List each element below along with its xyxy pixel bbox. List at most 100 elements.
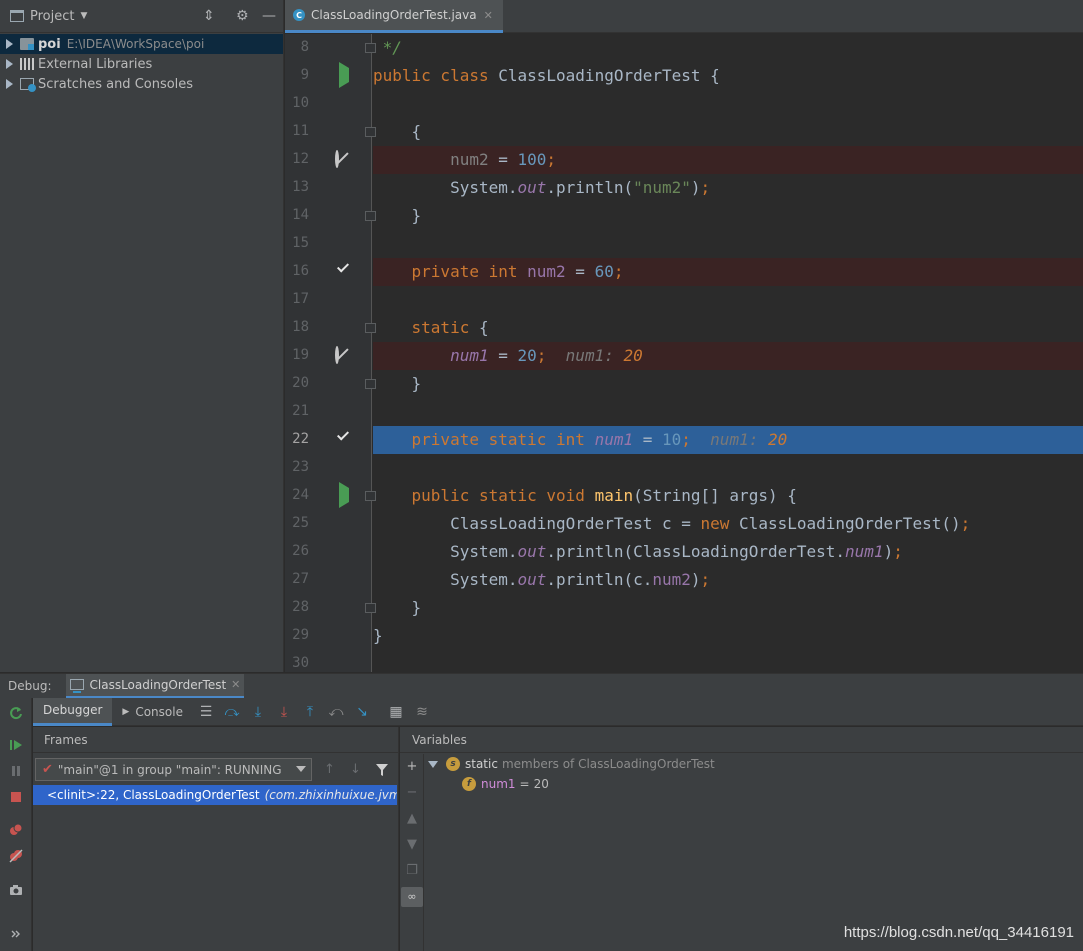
code-text[interactable]: System.out.println(c.num2); <box>373 566 1083 594</box>
close-icon[interactable]: ✕ <box>484 9 493 22</box>
invalid-breakpoint-icon[interactable] <box>335 346 351 364</box>
code-line[interactable]: 20 } <box>285 370 1083 398</box>
code-text[interactable]: private int num2 = 60; <box>373 258 1083 286</box>
line-number[interactable]: 21 <box>285 403 309 419</box>
line-number[interactable]: 28 <box>285 599 309 615</box>
code-text[interactable] <box>373 286 1083 314</box>
watches-glasses-icon[interactable]: ∞ <box>401 887 423 907</box>
line-number[interactable]: 27 <box>285 571 309 587</box>
step-over-icon[interactable]: ⤼ <box>219 698 245 726</box>
line-number[interactable]: 25 <box>285 515 309 531</box>
code-line[interactable]: 29} <box>285 622 1083 650</box>
code-text[interactable]: num2 = 100; <box>373 146 1083 174</box>
code-line[interactable]: 21 <box>285 398 1083 426</box>
view-breakpoints-icon[interactable] <box>9 823 23 837</box>
invalid-breakpoint-icon[interactable] <box>335 150 351 168</box>
line-number[interactable]: 16 <box>285 263 309 279</box>
code-line[interactable]: 15 <box>285 230 1083 258</box>
menu-icon[interactable]: ☰ <box>193 698 219 726</box>
line-number[interactable]: 22 <box>285 431 309 447</box>
code-line[interactable]: 11 { <box>285 118 1083 146</box>
chevron-down-icon[interactable] <box>296 766 306 772</box>
code-text[interactable] <box>373 454 1083 482</box>
code-line[interactable]: 22 private static int num1 = 10; num1: 2… <box>285 426 1083 454</box>
code-line[interactable]: 14 } <box>285 202 1083 230</box>
code-line[interactable]: 25 ClassLoadingOrderTest c = new ClassLo… <box>285 510 1083 538</box>
code-line[interactable]: 10 <box>285 90 1083 118</box>
stop-icon[interactable] <box>9 790 23 804</box>
code-text[interactable]: System.out.println("num2"); <box>373 174 1083 202</box>
code-line[interactable]: 19 num1 = 20; num1: 20 <box>285 342 1083 370</box>
camera-icon[interactable] <box>9 883 23 897</box>
code-text[interactable]: num1 = 20; num1: 20 <box>373 342 1083 370</box>
line-number[interactable]: 10 <box>285 95 309 111</box>
editor-tab-classloadingordertest[interactable]: C ClassLoadingOrderTest.java ✕ <box>285 0 503 33</box>
collapse-all-icon[interactable]: ⇕ <box>203 9 215 23</box>
run-gutter-icon[interactable] <box>335 482 351 508</box>
line-number[interactable]: 30 <box>285 655 309 671</box>
copy-icon[interactable]: ❐ <box>405 864 419 878</box>
code-text[interactable]: } <box>373 622 1083 650</box>
code-line[interactable]: 17 <box>285 286 1083 314</box>
step-into-icon[interactable]: ⤓ <box>245 698 271 726</box>
project-view-selector[interactable]: Project <box>30 9 74 24</box>
line-number[interactable]: 13 <box>285 179 309 195</box>
close-icon[interactable]: ✕ <box>231 678 240 691</box>
tree-item-scratches[interactable]: Scratches and Consoles <box>0 74 283 94</box>
line-number[interactable]: 11 <box>285 123 309 139</box>
line-number[interactable]: 29 <box>285 627 309 643</box>
verified-breakpoint-icon[interactable] <box>335 432 351 448</box>
code-text[interactable] <box>373 398 1083 426</box>
code-text[interactable] <box>373 230 1083 258</box>
line-number[interactable]: 23 <box>285 459 309 475</box>
arrow-up-icon[interactable]: ↑ <box>324 762 335 777</box>
variable-node-num1[interactable]: f num1 = 20 <box>462 774 549 794</box>
line-number[interactable]: 14 <box>285 207 309 223</box>
code-line[interactable]: 9 public class ClassLoadingOrderTest { <box>285 62 1083 90</box>
move-down-icon[interactable]: ▼ <box>405 838 419 852</box>
trace-icon[interactable]: ≋ <box>409 698 435 726</box>
plus-icon[interactable]: + <box>405 760 419 774</box>
code-line[interactable]: 18 static { <box>285 314 1083 342</box>
expand-arrow-icon[interactable] <box>428 760 438 768</box>
line-number[interactable]: 24 <box>285 487 309 503</box>
code-text[interactable]: System.out.println(ClassLoadingOrderTest… <box>373 538 1083 566</box>
code-text[interactable] <box>373 650 1083 672</box>
run-to-cursor-icon[interactable]: ↘ <box>349 698 375 726</box>
hide-panel-icon[interactable]: — <box>262 9 276 23</box>
expand-arrow-icon[interactable] <box>6 39 13 49</box>
tab-console[interactable]: ▶ Console <box>112 698 193 726</box>
code-text[interactable]: public static void main(String[] args) { <box>373 482 1083 510</box>
code-editor[interactable]: 8 */ 9 public class ClassLoadingOrderTest … <box>285 34 1083 672</box>
code-line[interactable]: 16 private int num2 = 60; <box>285 258 1083 286</box>
drop-frame-icon[interactable]: ⤺ <box>323 698 349 726</box>
code-line[interactable]: 26 System.out.println(ClassLoadingOrderT… <box>285 538 1083 566</box>
code-text[interactable] <box>373 90 1083 118</box>
pause-icon[interactable] <box>9 764 23 778</box>
line-number[interactable]: 9 <box>285 67 309 83</box>
code-line[interactable]: 24 public static void main(String[] args… <box>285 482 1083 510</box>
line-number[interactable]: 15 <box>285 235 309 251</box>
minus-icon[interactable]: − <box>405 786 419 800</box>
gear-icon[interactable]: ⚙ <box>236 9 249 23</box>
line-number[interactable]: 12 <box>285 151 309 167</box>
line-number[interactable]: 19 <box>285 347 309 363</box>
run-gutter-icon[interactable] <box>335 62 351 88</box>
more-icon[interactable] <box>9 927 23 941</box>
thread-selector[interactable]: ✔ "main"@1 in group "main": RUNNING <box>35 758 312 781</box>
code-text[interactable]: } <box>373 594 1083 622</box>
code-text[interactable]: } <box>373 202 1083 230</box>
move-up-icon[interactable]: ▲ <box>405 812 419 826</box>
variable-node-static[interactable]: s static members of ClassLoadingOrderTes… <box>428 754 715 774</box>
step-out-icon[interactable]: ⤒ <box>297 698 323 726</box>
line-number[interactable]: 18 <box>285 319 309 335</box>
evaluate-expression-icon[interactable]: ▦ <box>383 698 409 726</box>
verified-breakpoint-icon[interactable] <box>335 264 351 280</box>
code-text[interactable]: ClassLoadingOrderTest c = new ClassLoadi… <box>373 510 1083 538</box>
code-text[interactable]: private static int num1 = 10; num1: 20 <box>373 426 1083 454</box>
code-text[interactable]: */ <box>373 34 1083 62</box>
resume-icon[interactable] <box>9 738 23 752</box>
expand-arrow-icon[interactable] <box>6 79 13 89</box>
code-line[interactable]: 27 System.out.println(c.num2); <box>285 566 1083 594</box>
code-text[interactable]: static { <box>373 314 1083 342</box>
